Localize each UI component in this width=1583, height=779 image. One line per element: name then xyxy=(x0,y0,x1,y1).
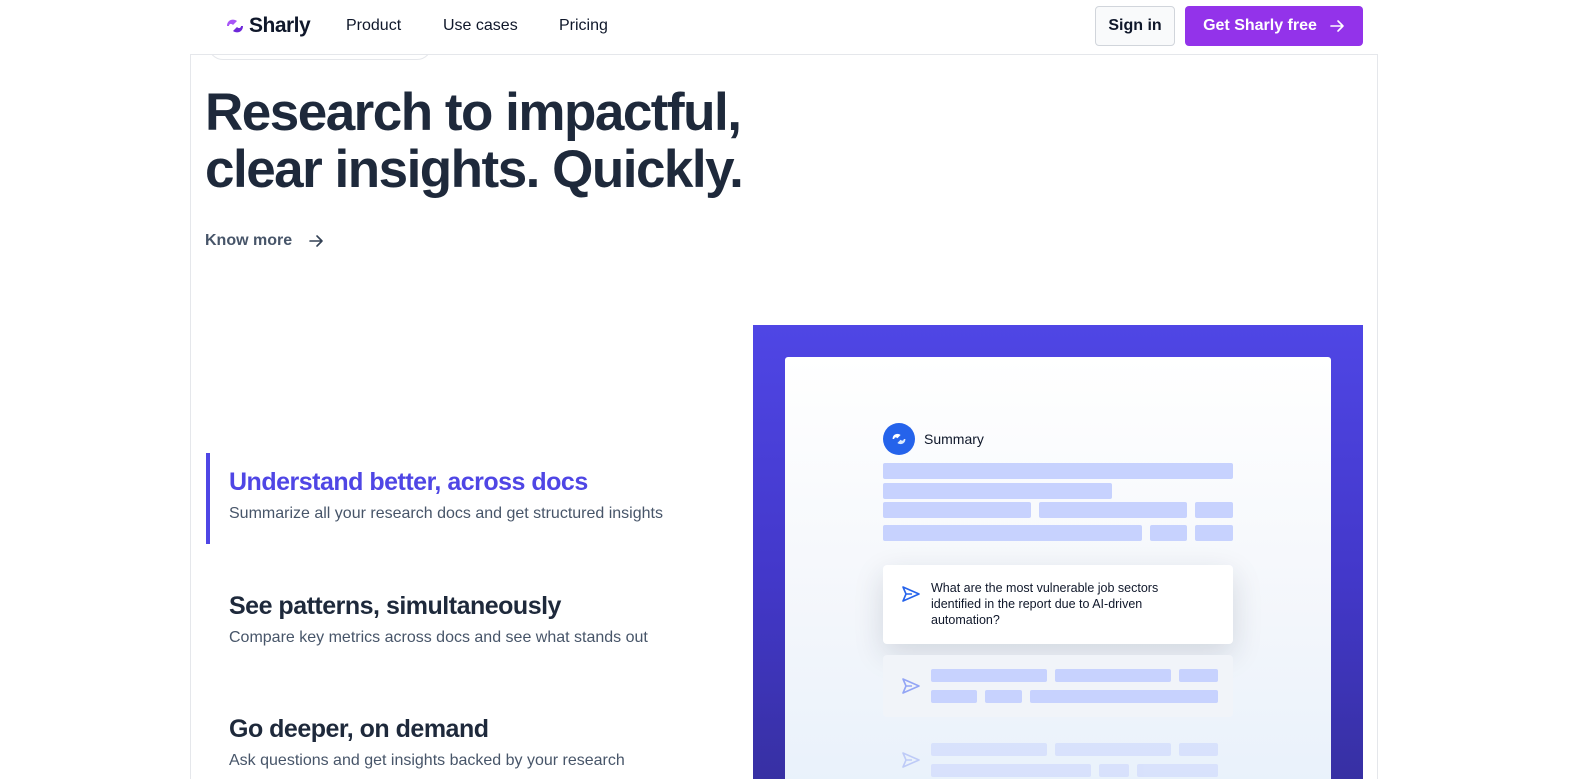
send-icon xyxy=(902,678,920,694)
nav-link-product[interactable]: Product xyxy=(346,17,401,35)
question-text: What are the most vulnerable job sectors… xyxy=(931,581,1159,627)
sign-in-button[interactable]: Sign in xyxy=(1095,6,1175,46)
feature-item-deeper[interactable]: Go deeper, on demand Ask questions and g… xyxy=(206,715,706,770)
skeleton-line xyxy=(931,764,1091,777)
feature-description: Compare key metrics across docs and see … xyxy=(229,629,648,646)
cta-label: Get Sharly free xyxy=(1203,17,1317,34)
skeleton-line xyxy=(883,483,1112,499)
skeleton-line xyxy=(1195,525,1233,541)
skeleton-line xyxy=(1137,764,1218,777)
skeleton-line xyxy=(1055,669,1171,682)
skeleton-line xyxy=(1150,525,1187,541)
feature-item-understand[interactable]: Understand better, across docs Summarize… xyxy=(206,453,706,544)
skeleton-line xyxy=(1039,502,1187,518)
feature-title: Go deeper, on demand xyxy=(229,715,489,743)
skeleton-line xyxy=(1030,690,1218,703)
arrow-right-icon xyxy=(1330,20,1344,32)
brand-name: Sharly xyxy=(249,14,311,37)
skeleton-line xyxy=(931,669,1047,682)
skeleton-line xyxy=(985,690,1022,703)
nav-link-pricing[interactable]: Pricing xyxy=(559,17,608,35)
hero-title-line-2: clear insights. Quickly. xyxy=(205,140,744,199)
send-icon xyxy=(902,752,920,768)
skeleton-line xyxy=(1099,764,1129,777)
answer-placeholder-card-faded xyxy=(883,729,1233,779)
feature-description: Summarize all your research docs and get… xyxy=(229,505,663,522)
arrow-right-icon xyxy=(309,235,323,247)
hero-title: Research to impactful, clear insights. Q… xyxy=(205,83,744,199)
skeleton-line xyxy=(883,463,1233,479)
summary-label: Summary xyxy=(924,431,984,447)
feature-title: Understand better, across docs xyxy=(229,468,588,496)
sharly-logo-icon xyxy=(227,19,243,33)
product-illustration: Summary What are the most vulnerable job… xyxy=(753,325,1363,779)
top-navbar: Sharly Product Use cases Pricing Sign in… xyxy=(190,0,1378,55)
send-icon xyxy=(902,586,920,602)
sharly-mark-icon xyxy=(883,423,915,455)
summary-header: Summary xyxy=(883,423,984,455)
know-more-link[interactable]: Know more xyxy=(205,232,324,250)
skeleton-line xyxy=(931,690,977,703)
skeleton-line xyxy=(1055,743,1171,756)
answer-placeholder-card xyxy=(883,655,1233,717)
brand-logo[interactable]: Sharly xyxy=(224,14,311,38)
skeleton-line xyxy=(1195,502,1233,518)
hero-title-line-1: Research to impactful, xyxy=(205,83,742,142)
feature-title: See patterns, simultaneously xyxy=(229,592,561,620)
nav-link-use-cases[interactable]: Use cases xyxy=(443,17,518,35)
get-sharly-free-button[interactable]: Get Sharly free xyxy=(1185,6,1363,46)
skeleton-line xyxy=(1179,669,1218,682)
question-card: What are the most vulnerable job sectors… xyxy=(883,565,1233,644)
summary-card: Summary What are the most vulnerable job… xyxy=(785,357,1331,779)
feature-description: Ask questions and get insights backed by… xyxy=(229,752,625,769)
skeleton-line xyxy=(1179,743,1218,756)
know-more-label: Know more xyxy=(205,232,293,249)
feature-item-patterns[interactable]: See patterns, simultaneously Compare key… xyxy=(206,592,706,647)
skeleton-line xyxy=(883,502,1031,518)
skeleton-line xyxy=(931,743,1047,756)
skeleton-line xyxy=(883,525,1142,541)
